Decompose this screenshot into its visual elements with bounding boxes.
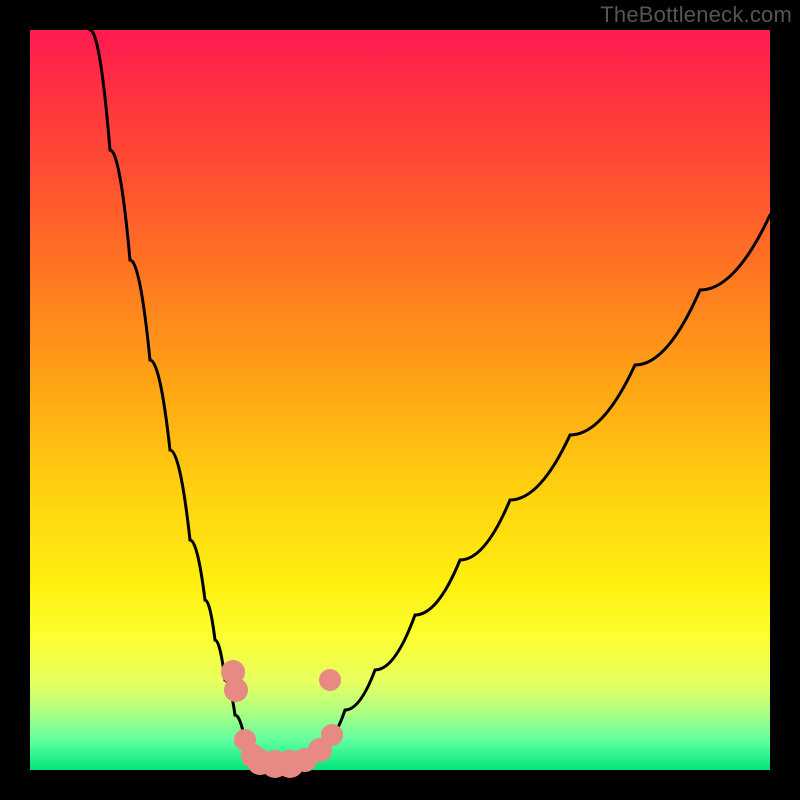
valley-marker xyxy=(319,669,341,691)
plot-area xyxy=(30,30,770,770)
curve-right-branch xyxy=(300,215,770,770)
curve-left-branch xyxy=(90,30,265,770)
watermark-text: TheBottleneck.com xyxy=(600,2,792,28)
figure-frame: TheBottleneck.com xyxy=(0,0,800,800)
chart-svg xyxy=(30,30,770,770)
valley-marker xyxy=(321,724,343,746)
valley-marker xyxy=(224,678,248,702)
